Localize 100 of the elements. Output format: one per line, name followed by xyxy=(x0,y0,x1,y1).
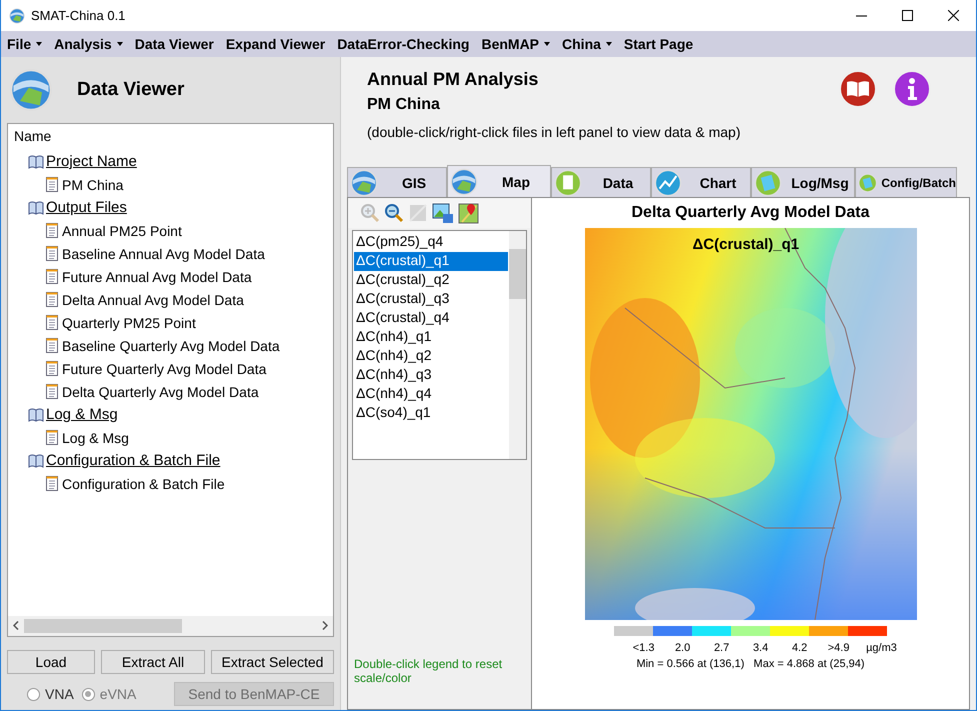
tab[interactable]: Log/Msg xyxy=(751,167,855,197)
list-item[interactable]: ΔC(crustal)_q4 xyxy=(354,309,508,328)
min-max-text: Min = 0.566 at (136,1) Max = 4.868 at (25,94) xyxy=(636,658,865,670)
list-item[interactable]: ΔC(nh4)_q3 xyxy=(354,366,508,385)
book-icon xyxy=(28,454,44,468)
book-icon[interactable] xyxy=(838,69,878,109)
tree-item[interactable]: Log & Msg xyxy=(62,430,129,446)
legend-swatch[interactable] xyxy=(770,626,809,636)
legend-swatch[interactable] xyxy=(692,626,731,636)
tab[interactable]: GIS xyxy=(347,167,447,197)
list-item[interactable]: ΔC(nh4)_q4 xyxy=(354,385,508,404)
list-item[interactable]: ΔC(crustal)_q3 xyxy=(354,290,508,309)
action-button[interactable]: Extract All xyxy=(101,650,205,674)
project-name: PM China xyxy=(367,96,441,114)
list-item[interactable]: ΔC(so4)_q1 xyxy=(354,404,508,423)
document-icon xyxy=(46,430,58,445)
legend-label: >4.9 xyxy=(826,642,850,654)
vertical-scrollbar[interactable] xyxy=(509,231,526,459)
zoom-out-icon[interactable] xyxy=(384,203,404,223)
window-title: SMAT-China 0.1 xyxy=(31,8,126,23)
document-icon xyxy=(46,177,58,192)
book-icon xyxy=(28,154,44,168)
document-icon xyxy=(46,223,58,238)
chevron-left-icon[interactable] xyxy=(13,621,19,630)
menu-item[interactable]: Data Viewer xyxy=(134,36,214,52)
tree-item[interactable]: Baseline Quarterly Avg Model Data xyxy=(62,338,280,354)
legend-swatch[interactable] xyxy=(731,626,770,636)
tree-folder[interactable]: Output Files xyxy=(46,199,127,216)
action-button[interactable]: Load xyxy=(7,650,95,674)
legend-swatch[interactable] xyxy=(614,626,653,636)
tree-item[interactable]: Baseline Annual Avg Model Data xyxy=(62,246,265,262)
tree-folder[interactable]: Configuration & Batch File xyxy=(46,452,220,469)
legend-label: <1.3 xyxy=(632,642,656,654)
horizontal-scrollbar[interactable] xyxy=(8,616,333,636)
app-logo-icon xyxy=(9,8,25,24)
column-header: Name xyxy=(14,128,52,146)
info-icon[interactable] xyxy=(892,69,932,109)
legend-swatch[interactable] xyxy=(809,626,848,636)
menu-item[interactable]: DataError-Checking xyxy=(337,36,470,52)
book-icon xyxy=(28,408,44,422)
menu-item[interactable]: Analysis xyxy=(54,36,123,52)
action-button[interactable]: Extract Selected xyxy=(211,650,334,674)
panel-title: Data Viewer xyxy=(77,79,184,101)
legend-label: 3.4 xyxy=(752,642,770,654)
list-item[interactable]: ΔC(nh4)_q2 xyxy=(354,347,508,366)
tab[interactable]: Data xyxy=(551,167,651,197)
chevron-right-icon[interactable] xyxy=(322,621,328,630)
list-item[interactable]: ΔC(crustal)_q1 xyxy=(354,252,508,271)
legend-label: 2.0 xyxy=(674,642,692,654)
analysis-title: Annual PM Analysis xyxy=(367,69,540,90)
list-item[interactable]: ΔC(pm25)_q4 xyxy=(354,233,508,252)
document-icon xyxy=(46,315,58,330)
legend-label: 4.2 xyxy=(790,642,808,654)
legend-hint: Double-click legend to reset scale/color xyxy=(353,657,504,687)
tree-item[interactable]: Annual PM25 Point xyxy=(62,222,182,238)
caret-icon xyxy=(36,42,42,46)
close-icon xyxy=(948,10,958,21)
menu-item[interactable]: BenMAP xyxy=(481,36,550,52)
tree-item[interactable]: Future Annual Avg Model Data xyxy=(62,268,252,284)
tab[interactable]: Map xyxy=(447,165,551,197)
tab[interactable]: Chart xyxy=(651,167,751,197)
globe-icon xyxy=(9,68,53,112)
radio-option[interactable]: VNA xyxy=(27,686,74,702)
document-icon xyxy=(46,476,58,491)
caret-icon xyxy=(116,42,123,46)
instruction-text: (double-click/right-click files in left panel to view data & map) xyxy=(367,124,742,140)
menu-item[interactable]: File xyxy=(7,36,42,52)
menu-item[interactable]: Start Page xyxy=(624,36,694,52)
maximize-icon xyxy=(902,10,912,21)
list-item[interactable]: ΔC(nh4)_q1 xyxy=(354,328,508,347)
tab[interactable]: Config/Batch xyxy=(855,167,957,197)
tree-item[interactable]: Delta Annual Avg Model Data xyxy=(62,292,244,308)
tree-item[interactable]: PM China xyxy=(62,176,124,192)
book-icon xyxy=(28,200,44,214)
legend-label: 2.7 xyxy=(712,642,730,654)
image-save-icon[interactable] xyxy=(432,202,454,224)
caret-icon xyxy=(544,42,550,46)
document-icon xyxy=(46,269,58,284)
tree-item[interactable]: Configuration & Batch File xyxy=(62,476,225,492)
tree-item[interactable]: Quarterly PM25 Point xyxy=(62,314,196,330)
tree-item[interactable]: Delta Quarterly Avg Model Data xyxy=(62,384,259,400)
tree-item[interactable]: Future Quarterly Avg Model Data xyxy=(62,360,266,376)
map-variable-label: ΔC(crustal)_q1 xyxy=(692,236,800,253)
tree-folder[interactable]: Log & Msg xyxy=(46,406,118,423)
document-icon xyxy=(46,292,58,307)
document-icon xyxy=(46,246,58,261)
document-icon xyxy=(46,384,58,399)
legend-swatch[interactable] xyxy=(848,626,887,636)
menu-item[interactable]: Expand Viewer xyxy=(226,36,326,52)
caret-icon xyxy=(606,42,612,46)
notepad-icon xyxy=(754,168,782,196)
tree-folder[interactable]: Project Name xyxy=(46,153,137,170)
menu-item[interactable]: China xyxy=(562,36,612,52)
unit-label: µg/m3 xyxy=(866,642,897,654)
document-icon xyxy=(46,338,58,353)
map-title: Delta Quarterly Avg Model Data xyxy=(632,204,870,222)
map-pin-icon[interactable] xyxy=(458,202,480,224)
list-item[interactable]: ΔC(crustal)_q2 xyxy=(354,271,508,290)
document-icon xyxy=(46,361,58,376)
legend-swatch[interactable] xyxy=(653,626,692,636)
